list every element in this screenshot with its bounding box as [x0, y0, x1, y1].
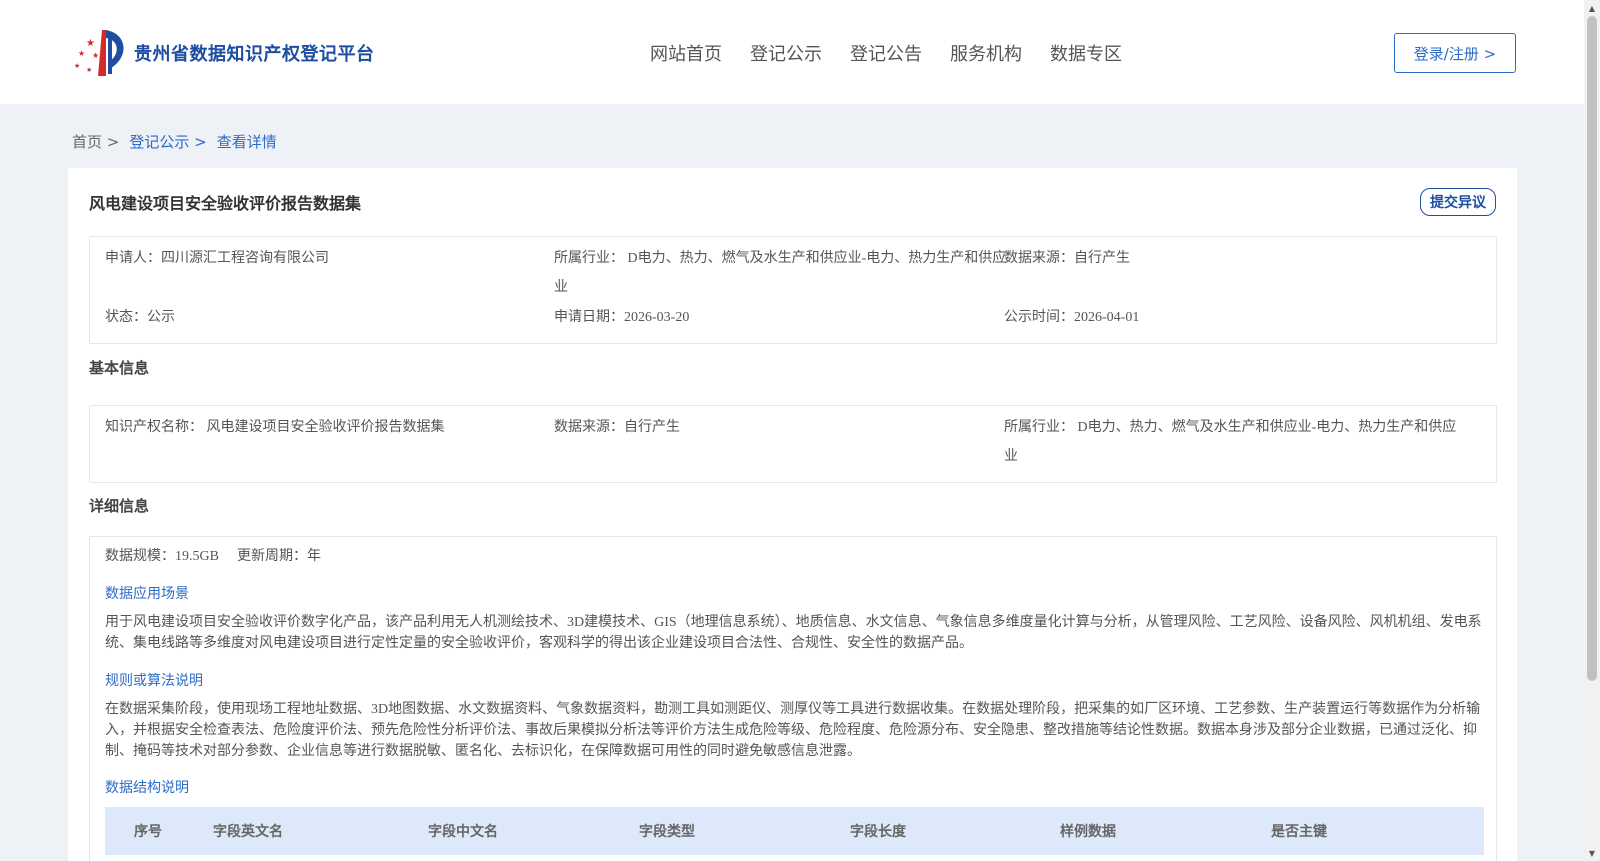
column-header-primary-key: 是否主键 — [1271, 824, 1327, 840]
apply-date-text: 申请日期：2026-03-20 — [554, 310, 690, 325]
login-register-button[interactable]: 登录/注册 > — [1394, 33, 1516, 73]
data-scale-text: 数据规模：19.5GB — [105, 549, 219, 564]
column-header-type: 字段类型 — [639, 824, 695, 840]
applicant-text: 申请人：四川源汇工程咨询有限公司 — [105, 251, 329, 266]
site-name: 贵州省数据知识产权登记平台 — [134, 44, 375, 65]
scroll-up-arrow-icon[interactable]: ▲ — [1584, 0, 1600, 16]
basic-info-heading: 基本信息 — [89, 359, 150, 377]
publish-date-text: 公示时间：2026-04-01 — [1004, 310, 1140, 325]
column-header-length: 字段长度 — [850, 824, 906, 840]
scenario-heading: 数据应用场景 — [105, 587, 189, 602]
industry-text-cont: 业 — [554, 280, 568, 295]
basic-industry-text: 所属行业： D电力、热力、燃气及水生产和供应业-电力、热力生产和供应 — [1004, 420, 1457, 435]
breadcrumb-home[interactable]: 首页 > — [72, 131, 119, 152]
site-logo[interactable]: ★ ★ ★ ★ ★ 贵州省数据知识产权登记平台 — [72, 28, 375, 78]
nav-item-service-agencies[interactable]: 服务机构 — [950, 40, 1022, 66]
nav-item-registration-publicity[interactable]: 登记公示 — [750, 40, 822, 66]
scroll-down-arrow-icon[interactable]: ▼ — [1584, 845, 1600, 861]
update-cycle-text: 更新周期：年 — [237, 549, 321, 564]
detail-info-heading: 详细信息 — [89, 497, 150, 515]
detail-info-box: 数据规模：19.5GB 更新周期：年 数据应用场景 用于风电建设项目安全验收评价… — [89, 536, 1497, 861]
ip-name-text: 知识产权名称： 风电建设项目安全验收评价报告数据集 — [105, 420, 445, 435]
page-title: 风电建设项目安全验收评价报告数据集 — [89, 194, 362, 213]
svg-text:★: ★ — [86, 38, 95, 49]
nav-item-data-zone[interactable]: 数据专区 — [1050, 40, 1122, 66]
breadcrumb: 首页 > 登记公示 > 查看详情 — [72, 131, 277, 152]
scenario-paragraph: 用于风电建设项目安全验收评价数字化产品，该产品利用无人机测绘技术、3D建模技术、… — [105, 615, 1482, 651]
source-text: 数据来源：自行产生 — [1004, 251, 1130, 266]
status-text: 状态：公示 — [105, 310, 175, 325]
column-header-index: 序号 — [134, 824, 162, 840]
page-scrollbar[interactable]: ▲ ▼ — [1584, 0, 1600, 861]
column-header-sample: 样例数据 — [1060, 824, 1116, 840]
nav-item-home[interactable]: 网站首页 — [650, 40, 722, 66]
svg-text:★: ★ — [74, 62, 80, 70]
nav-item-registration-announcement[interactable]: 登记公告 — [850, 40, 922, 66]
basic-source-text: 数据来源：自行产生 — [554, 420, 680, 435]
structure-table-header: 序号 字段英文名 字段中文名 字段类型 字段长度 样例数据 是否主键 — [105, 807, 1484, 855]
basic-industry-text-cont: 业 — [1004, 449, 1018, 464]
svg-text:★: ★ — [86, 66, 92, 74]
rules-heading: 规则或算法说明 — [105, 674, 203, 689]
column-header-chinese-name: 字段中文名 — [428, 824, 498, 840]
breadcrumb-current: 查看详情 — [216, 133, 277, 151]
summary-box: 申请人：四川源汇工程咨询有限公司 所属行业： D电力、热力、燃气及水生产和供应业… — [89, 236, 1497, 344]
logo-emblem-icon: ★ ★ ★ ★ ★ — [72, 28, 130, 78]
structure-heading: 数据结构说明 — [105, 781, 189, 796]
submit-objection-button[interactable]: 提交异议 — [1420, 188, 1496, 216]
industry-text: 所属行业： D电力、热力、燃气及水生产和供应业-电力、热力生产和供应 — [554, 251, 1007, 266]
svg-text:★: ★ — [92, 51, 99, 60]
detail-card: 风电建设项目安全验收评价报告数据集 提交异议 申请人：四川源汇工程咨询有限公司 … — [68, 168, 1517, 861]
scrollbar-thumb[interactable] — [1587, 16, 1597, 681]
site-header: ★ ★ ★ ★ ★ 贵州省数据知识产权登记平台 网站首页 登记公示 登记公告 服… — [0, 0, 1584, 104]
basic-info-box: 知识产权名称： 风电建设项目安全验收评价报告数据集 数据来源：自行产生 所属行业… — [89, 405, 1497, 483]
breadcrumb-parent[interactable]: 登记公示 > — [129, 131, 206, 152]
svg-text:★: ★ — [78, 49, 85, 58]
main-nav: 网站首页 登记公示 登记公告 服务机构 数据专区 — [650, 40, 1150, 66]
column-header-english-name: 字段英文名 — [213, 824, 283, 840]
rules-paragraph: 在数据采集阶段，使用现场工程地址数据、3D地图数据、水文数据资料、气象数据资料，… — [105, 702, 1481, 759]
